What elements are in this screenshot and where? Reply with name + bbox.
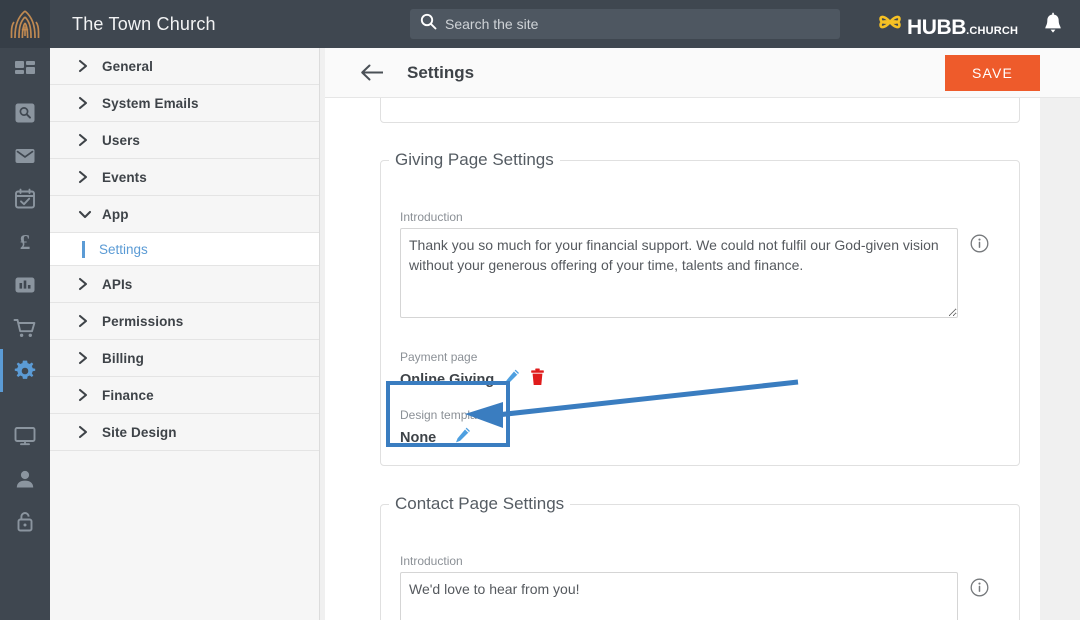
nav-item-general[interactable]: General <box>50 48 319 85</box>
chevron-right-icon <box>78 170 102 184</box>
active-indicator-bar <box>82 240 85 258</box>
rail-spacer <box>0 392 50 414</box>
payment-page-label: Payment page <box>400 350 478 364</box>
rail-item-search-icon[interactable] <box>0 91 50 134</box>
payment-page-row: Online Giving <box>400 368 545 391</box>
rail-item-dashboard-grid-icon[interactable] <box>0 48 50 91</box>
nav-item-label: APIs <box>102 276 133 292</box>
previous-section-partial <box>380 98 1020 123</box>
nav-item-label: Users <box>102 132 141 148</box>
giving-introduction-input[interactable] <box>400 228 958 318</box>
svg-text:£: £ <box>20 230 31 254</box>
church-arch-cross-icon[interactable] <box>0 0 50 48</box>
hubb-propeller-icon <box>878 11 902 38</box>
settings-nav-list: General System Emails Users Events App S… <box>50 48 320 620</box>
organization-title: The Town Church <box>72 13 216 34</box>
contact-introduction-label: Introduction <box>400 554 463 568</box>
nav-item-system-emails[interactable]: System Emails <box>50 85 319 122</box>
nav-item-site-design[interactable]: Site Design <box>50 414 319 451</box>
chevron-right-icon <box>78 59 102 73</box>
arrow-left-icon[interactable] <box>360 63 385 82</box>
chevron-down-icon <box>78 209 102 220</box>
rail-item-monitor-display-icon[interactable] <box>0 414 50 457</box>
chevron-right-icon <box>78 96 102 110</box>
design-template-value: None <box>400 429 437 446</box>
nav-item-users[interactable]: Users <box>50 122 319 159</box>
chevron-right-icon <box>78 388 102 402</box>
info-circle-icon[interactable] <box>970 578 989 602</box>
settings-scroll-area[interactable]: Giving Page Settings Introduction Payme <box>325 98 1040 620</box>
hubb-church-logo: HUBB .CHURCH <box>878 11 1018 38</box>
pencil-edit-icon[interactable] <box>503 368 521 391</box>
sidebar-item-label: Settings <box>99 241 148 257</box>
nav-item-label: Billing <box>102 350 144 366</box>
nav-item-label: General <box>102 58 153 74</box>
bell-icon[interactable] <box>1042 12 1064 41</box>
hubb-wordmark: HUBB <box>907 16 967 39</box>
info-circle-icon[interactable] <box>970 234 989 258</box>
nav-item-app[interactable]: App <box>50 196 319 233</box>
nav-item-billing[interactable]: Billing <box>50 340 319 377</box>
chevron-right-icon <box>78 314 102 328</box>
giving-section-legend: Giving Page Settings <box>395 150 554 169</box>
rail-item-bar-chart-icon[interactable] <box>0 263 50 306</box>
chevron-right-icon <box>78 425 102 439</box>
giving-page-settings-card: Giving Page Settings Introduction Payme <box>380 150 1020 466</box>
contact-introduction-input[interactable] <box>400 572 958 620</box>
nav-item-label: Permissions <box>102 313 184 329</box>
contact-section-legend: Contact Page Settings <box>395 494 565 513</box>
nav-item-finance[interactable]: Finance <box>50 377 319 414</box>
trash-delete-icon[interactable] <box>530 368 545 391</box>
chevron-right-icon <box>78 277 102 291</box>
payment-page-value: Online Giving <box>400 371 495 388</box>
content-header: Settings SAVE <box>325 48 1080 98</box>
nav-item-apis[interactable]: APIs <box>50 266 319 303</box>
hubb-suffix: .CHURCH <box>966 25 1019 37</box>
icon-rail: £ <box>0 48 50 620</box>
sidebar-item-settings[interactable]: Settings <box>50 233 319 266</box>
chevron-right-icon <box>78 133 102 147</box>
nav-item-events[interactable]: Events <box>50 159 319 196</box>
chevron-right-icon <box>78 351 102 365</box>
search-box[interactable] <box>410 9 840 39</box>
rail-item-user-person-icon[interactable] <box>0 457 50 500</box>
rail-item-mail-envelope-icon[interactable] <box>0 134 50 177</box>
nav-item-label: System Emails <box>102 95 199 111</box>
search-icon <box>420 13 437 35</box>
pencil-edit-icon[interactable] <box>454 426 472 449</box>
nav-item-label: Site Design <box>102 424 177 440</box>
search-input[interactable] <box>445 16 815 32</box>
nav-item-label: Events <box>102 169 147 185</box>
rail-item-shopping-cart-icon[interactable] <box>0 306 50 349</box>
design-template-label: Design template <box>400 408 487 422</box>
rail-item-calendar-check-icon[interactable] <box>0 177 50 220</box>
nav-item-label: App <box>102 206 129 222</box>
nav-item-permissions[interactable]: Permissions <box>50 303 319 340</box>
nav-item-label: Finance <box>102 387 154 403</box>
contact-page-settings-card: Contact Page Settings Introduction <box>380 494 1020 620</box>
giving-introduction-label: Introduction <box>400 210 463 224</box>
rail-item-unlock-padlock-icon[interactable] <box>0 500 50 543</box>
rail-item-pound-sterling-icon[interactable]: £ <box>0 220 50 263</box>
top-bar: The Town Church Search the site HUBB .CH… <box>0 0 1080 48</box>
page-title: Settings <box>407 62 475 82</box>
save-button[interactable]: SAVE <box>945 55 1040 91</box>
design-template-row: None <box>400 426 487 449</box>
rail-item-gear-settings-icon[interactable] <box>0 349 50 392</box>
